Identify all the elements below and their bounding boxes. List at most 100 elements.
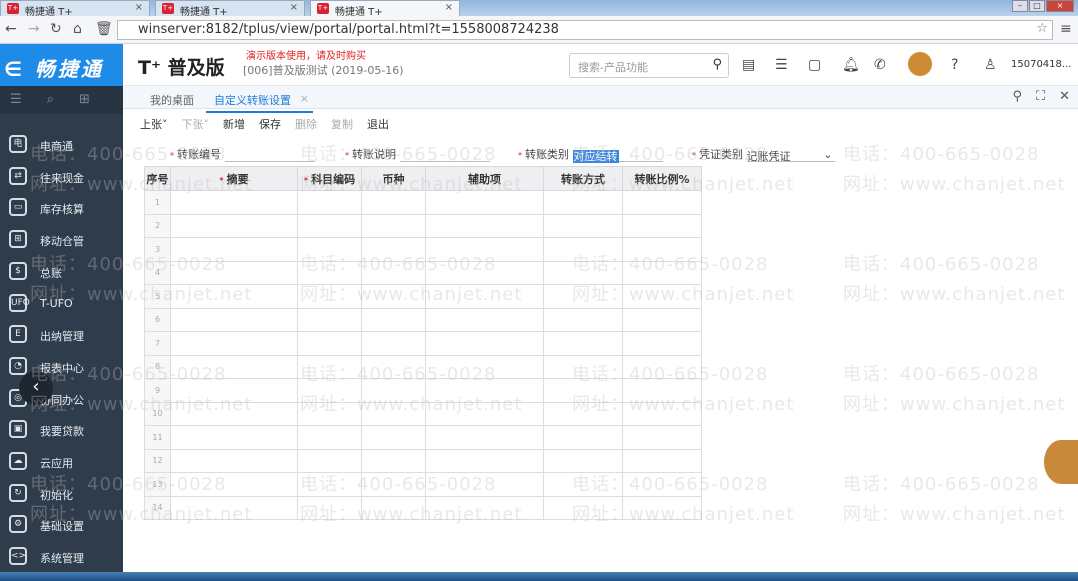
next-button[interactable]: 下张˅ (182, 116, 210, 132)
close-tab-icon[interactable]: × (290, 2, 298, 13)
grid-cell[interactable] (170, 425, 298, 450)
grid-cell[interactable] (170, 448, 298, 473)
grid-cell[interactable] (361, 260, 426, 285)
grid-cell[interactable] (425, 260, 544, 285)
grid-cell[interactable] (361, 378, 426, 403)
tab-my-desktop[interactable]: 我的桌面 (150, 92, 194, 108)
sidebar-item[interactable]: ⇄ 往来现金 (0, 162, 123, 193)
grid-cell[interactable] (425, 190, 544, 215)
grid-cell[interactable] (297, 354, 362, 379)
grid-cell[interactable] (543, 260, 623, 285)
user-icon[interactable]: ♙ (984, 57, 997, 73)
transfer-type-input[interactable]: 对应结转 (572, 150, 619, 163)
grid-cell[interactable] (543, 331, 623, 356)
sidebar-item[interactable]: ☁ 云应用 (0, 447, 123, 478)
sidebar-item[interactable]: ⚙ 基础设置 (0, 510, 123, 541)
grid-cell[interactable] (170, 237, 298, 262)
sidebar-item[interactable]: $ 总账 (0, 257, 123, 288)
grid-cell[interactable] (361, 448, 426, 473)
grid-cell[interactable] (297, 213, 362, 238)
grid-cell[interactable] (361, 425, 426, 450)
search-menu-icon[interactable]: ⌕ (47, 92, 54, 114)
grid-cell[interactable] (543, 284, 623, 309)
minimize-button[interactable]: – (1012, 0, 1028, 12)
grid-cell[interactable] (543, 472, 623, 497)
grid-cell[interactable] (425, 284, 544, 309)
browser-tab[interactable]: T+ 畅捷通 T+ × (155, 0, 305, 18)
voucher-type-select[interactable]: 记账凭证 ⌄ (746, 148, 835, 163)
grid-cell[interactable] (361, 307, 426, 332)
search-icon[interactable]: ⚲ (712, 57, 722, 72)
close-tab-icon[interactable]: × (445, 2, 453, 13)
grid-cell[interactable] (622, 237, 702, 262)
grid-cell[interactable] (297, 448, 362, 473)
grid-cell[interactable] (297, 425, 362, 450)
grid-cell[interactable] (170, 307, 298, 332)
grid-cell[interactable] (361, 472, 426, 497)
grid-cell[interactable] (170, 331, 298, 356)
grid-cell[interactable] (297, 284, 362, 309)
grid-cell[interactable] (361, 284, 426, 309)
grid-cell[interactable] (170, 213, 298, 238)
help-icon[interactable]: ? (951, 57, 958, 73)
prev-button[interactable]: 上张˅ (140, 116, 168, 132)
sidebar-item[interactable]: ⊞ 移动仓管 (0, 225, 123, 256)
bell-icon[interactable]: 🔔︎ (842, 57, 860, 73)
add-shortcut-icon[interactable]: ⊞ (79, 92, 90, 114)
grid-cell[interactable] (170, 472, 298, 497)
grid-cell[interactable] (425, 237, 544, 262)
trash-icon[interactable]: 🗑 (95, 21, 113, 37)
grid-cell[interactable] (543, 378, 623, 403)
grid-cell[interactable] (170, 284, 298, 309)
grid-cell[interactable] (361, 331, 426, 356)
grid-cell[interactable] (361, 237, 426, 262)
grid-cell[interactable] (297, 331, 362, 356)
tab-custom-transfer[interactable]: 自定义转账设置 × (206, 92, 313, 113)
collapse-sidebar-button[interactable]: ‹ (19, 371, 53, 405)
back-icon[interactable]: ← (5, 21, 17, 37)
demo-notice[interactable]: 演示版本使用，请及时购买 (246, 47, 366, 62)
browser-tab[interactable]: T+ 畅捷通 T+ × (0, 0, 150, 18)
fullscreen-icon[interactable]: ⛶ (1036, 89, 1045, 104)
grid-cell[interactable] (622, 307, 702, 332)
sidebar-item[interactable]: <> 系统管理 (0, 542, 123, 572)
grid-cell[interactable] (622, 284, 702, 309)
grid-cell[interactable] (543, 425, 623, 450)
grid-cell[interactable] (622, 425, 702, 450)
monkey-assistant-icon[interactable] (1044, 440, 1078, 484)
grid-cell[interactable] (622, 354, 702, 379)
grid-cell[interactable] (361, 213, 426, 238)
close-window-button[interactable]: × (1046, 0, 1074, 12)
menu-icon[interactable]: ≡ (1060, 21, 1072, 37)
grid-cell[interactable] (622, 401, 702, 426)
grid-cell[interactable] (425, 495, 544, 520)
grid-cell[interactable] (297, 260, 362, 285)
maximize-button[interactable]: □ (1029, 0, 1045, 12)
search-input[interactable]: 搜索-产品功能 ⚲ (569, 53, 729, 78)
grid-cell[interactable] (622, 472, 702, 497)
grid-cell[interactable] (543, 307, 623, 332)
user-name[interactable]: 15070418... (1011, 59, 1071, 70)
grid-cell[interactable] (170, 401, 298, 426)
sidebar-item[interactable]: 电电商通 (0, 130, 123, 161)
grid-cell[interactable] (170, 378, 298, 403)
grid-cell[interactable] (170, 190, 298, 215)
close-icon[interactable]: ✕ (1059, 89, 1070, 104)
grid-cell[interactable] (543, 213, 623, 238)
url-input[interactable]: winserver:8182/tplus/view/portal/portal.… (117, 20, 1053, 40)
phone-icon[interactable]: ✆ (874, 57, 886, 73)
chevron-down-icon[interactable]: ⌄ (823, 148, 832, 161)
grid-cell[interactable] (170, 495, 298, 520)
grid-cell[interactable] (543, 495, 623, 520)
grid-cell[interactable] (543, 354, 623, 379)
search-icon[interactable]: ⚲ (1012, 89, 1022, 104)
grid-cell[interactable] (425, 331, 544, 356)
grid-cell[interactable] (361, 495, 426, 520)
new-button[interactable]: 新增 (223, 116, 245, 132)
message-icon[interactable]: ▢ (808, 57, 821, 73)
grid-cell[interactable] (425, 307, 544, 332)
grid-cell[interactable] (622, 190, 702, 215)
grid-cell[interactable] (622, 378, 702, 403)
grid-cell[interactable] (297, 401, 362, 426)
grid-cell[interactable] (170, 354, 298, 379)
